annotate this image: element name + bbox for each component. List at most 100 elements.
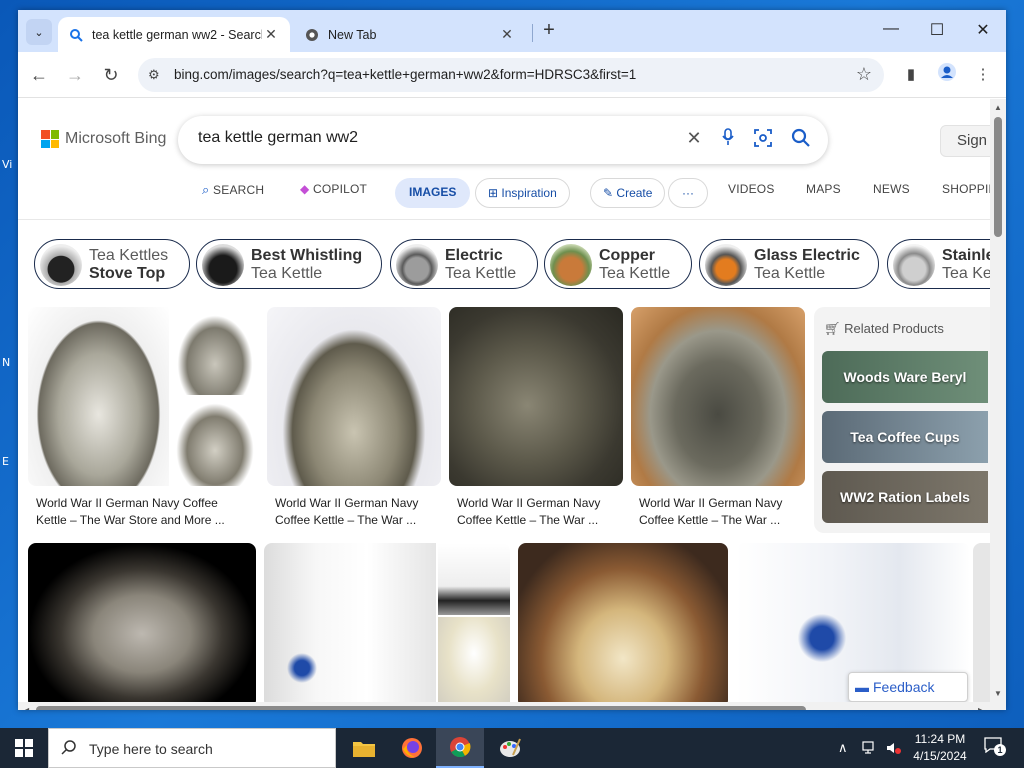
result-image[interactable] xyxy=(631,307,805,486)
paint-button[interactable] xyxy=(486,728,534,768)
scope-label: Inspiration xyxy=(501,186,557,200)
minimize-button[interactable]: — xyxy=(868,20,914,44)
profile-avatar-icon[interactable] xyxy=(934,62,960,88)
address-bar[interactable]: ⚙ bing.com/images/search?q=tea+kettle+ge… xyxy=(138,58,884,92)
tab-separator xyxy=(532,24,533,42)
result-image[interactable] xyxy=(267,307,441,486)
chrome-button[interactable] xyxy=(436,728,484,768)
vertical-scrollbar[interactable]: ▲ ▼ xyxy=(990,99,1006,702)
related-product-woods-ware-beryl[interactable]: Woods Ware Beryl xyxy=(822,351,988,403)
scroll-left-icon[interactable]: ◀ xyxy=(23,706,29,710)
blue-flower-pattern xyxy=(282,653,322,683)
search-input[interactable] xyxy=(198,129,658,147)
feedback-icon: ▬ xyxy=(855,679,869,695)
chip-electric-tea-kettle[interactable]: Electric Tea Kettle xyxy=(390,239,538,289)
scope-videos[interactable]: VIDEOS xyxy=(728,182,775,196)
url-text: bing.com/images/search?q=tea+kettle+germ… xyxy=(174,67,637,82)
shopping-cart-icon: 🛒︎ xyxy=(824,321,841,336)
desktop-icon-label[interactable]: E xyxy=(2,455,9,468)
horizontal-scrollbar[interactable]: ◀ ▶ xyxy=(18,702,1006,710)
chip-best-whistling-tea-kettle[interactable]: Best Whistling Tea Kettle xyxy=(196,239,382,289)
scope-search[interactable]: ⌕ SEARCH xyxy=(202,182,264,198)
feedback-button[interactable]: ▬ Feedback xyxy=(848,672,968,702)
result-image[interactable] xyxy=(438,543,510,615)
caption-line: Coffee Kettle – The War ... xyxy=(639,513,781,527)
inspiration-icon: ⊞ xyxy=(488,186,499,200)
chip-tea-kettles-stove-top[interactable]: Tea Kettles Stove Top xyxy=(34,239,190,289)
new-tab-button[interactable]: + xyxy=(538,20,560,42)
result-image[interactable] xyxy=(171,397,259,486)
taskbar: Type here to search ∧ 11:24 PM 4/15/2024… xyxy=(0,728,1024,768)
system-clock[interactable]: 11:24 PM 4/15/2024 xyxy=(906,731,974,765)
result-image[interactable] xyxy=(449,307,623,486)
scope-news[interactable]: NEWS xyxy=(873,182,910,196)
chip-label: Electric xyxy=(445,247,503,264)
back-button[interactable]: ← xyxy=(26,62,52,88)
tab-strip: ⌄ tea kettle german ww2 - Search ✕ New T… xyxy=(18,10,1006,52)
scope-shopping[interactable]: SHOPPIN xyxy=(942,182,990,196)
chrome-icon xyxy=(304,27,320,43)
vertical-scroll-thumb[interactable] xyxy=(994,117,1002,237)
folder-icon xyxy=(353,742,375,757)
horizontal-scroll-thumb[interactable] xyxy=(36,706,806,710)
side-panel-icon[interactable]: ▮ xyxy=(898,62,924,88)
blue-flower-pattern xyxy=(792,613,852,663)
menu-kebab-icon[interactable]: ⋮ xyxy=(970,62,996,88)
maximize-button[interactable]: ☐ xyxy=(914,20,960,44)
desktop-icon-label[interactable]: Vi xyxy=(2,158,12,171)
scope-more-button[interactable]: ··· xyxy=(668,178,708,208)
result-image[interactable] xyxy=(171,307,259,395)
start-button[interactable] xyxy=(0,728,48,768)
microphone-icon[interactable] xyxy=(716,128,740,151)
sign-in-button[interactable]: Sign xyxy=(940,125,990,157)
bing-images-page: Microsoft Bing ✕ Sign ⌕ SEARCH ◆ C xyxy=(18,99,990,702)
scroll-up-icon[interactable]: ▲ xyxy=(994,103,1002,112)
bing-logo[interactable]: Microsoft Bing xyxy=(41,130,166,148)
tab-search-button[interactable]: ⌄ xyxy=(26,19,52,45)
result-caption[interactable]: World War II German Navy Coffee Kettle –… xyxy=(275,495,439,529)
copilot-icon: ◆ xyxy=(300,182,310,196)
bookmark-star-icon[interactable]: ☆ xyxy=(856,64,872,85)
file-explorer-button[interactable] xyxy=(340,728,388,768)
result-image[interactable] xyxy=(28,543,256,702)
search-submit-icon[interactable] xyxy=(789,128,813,153)
chip-stainless-tea-kettle[interactable]: Stainle Tea Ke xyxy=(887,239,990,289)
reload-button[interactable]: ↻ xyxy=(98,62,124,88)
visual-search-icon[interactable] xyxy=(751,128,775,153)
scope-create[interactable]: ✎ Create xyxy=(590,178,666,208)
search-icon xyxy=(68,27,84,43)
related-product-tea-coffee-cups[interactable]: Tea Coffee Cups xyxy=(822,411,988,463)
taskbar-search[interactable]: Type here to search xyxy=(48,728,336,768)
result-image[interactable] xyxy=(438,617,510,702)
network-icon[interactable] xyxy=(862,728,878,768)
result-image[interactable] xyxy=(264,543,436,702)
close-tab-icon[interactable]: ✕ xyxy=(498,26,516,43)
scroll-down-icon[interactable]: ▼ xyxy=(994,689,1002,698)
chip-glass-electric-tea-kettle[interactable]: Glass Electric Tea Kettle xyxy=(699,239,879,289)
close-window-button[interactable]: ✕ xyxy=(960,20,1006,44)
result-image[interactable] xyxy=(28,307,169,486)
close-tab-icon[interactable]: ✕ xyxy=(262,26,280,43)
result-caption[interactable]: World War II German Navy Coffee Kettle –… xyxy=(639,495,803,529)
related-product-ww2-ration-labels[interactable]: WW2 Ration Labels xyxy=(822,471,988,523)
forward-button[interactable]: → xyxy=(62,62,88,88)
clear-search-icon[interactable]: ✕ xyxy=(682,128,706,149)
tray-overflow-icon[interactable]: ∧ xyxy=(838,728,848,768)
scope-copilot[interactable]: ◆ COPILOT xyxy=(300,182,367,196)
result-caption[interactable]: World War II German Navy Coffee Kettle –… xyxy=(457,495,621,529)
scope-maps[interactable]: MAPS xyxy=(806,182,841,196)
chip-label: Best Whistling xyxy=(251,247,363,264)
firefox-button[interactable] xyxy=(388,728,436,768)
scroll-right-icon[interactable]: ▶ xyxy=(978,706,984,710)
volume-muted-icon[interactable] xyxy=(886,728,902,768)
tab-new-tab[interactable]: New Tab ✕ xyxy=(294,17,526,52)
tab-bing-search[interactable]: tea kettle german ww2 - Search ✕ xyxy=(58,17,290,52)
desktop-icon-label[interactable]: N xyxy=(2,356,10,369)
chip-copper-tea-kettle[interactable]: Copper Tea Kettle xyxy=(544,239,692,289)
scope-inspiration[interactable]: ⊞ Inspiration xyxy=(475,178,570,208)
result-image[interactable] xyxy=(973,543,990,702)
scope-images[interactable]: IMAGES xyxy=(395,178,471,208)
site-settings-icon[interactable]: ⚙ xyxy=(148,67,160,83)
result-image[interactable] xyxy=(518,543,728,702)
result-caption[interactable]: World War II German Navy Coffee Kettle –… xyxy=(36,495,256,529)
